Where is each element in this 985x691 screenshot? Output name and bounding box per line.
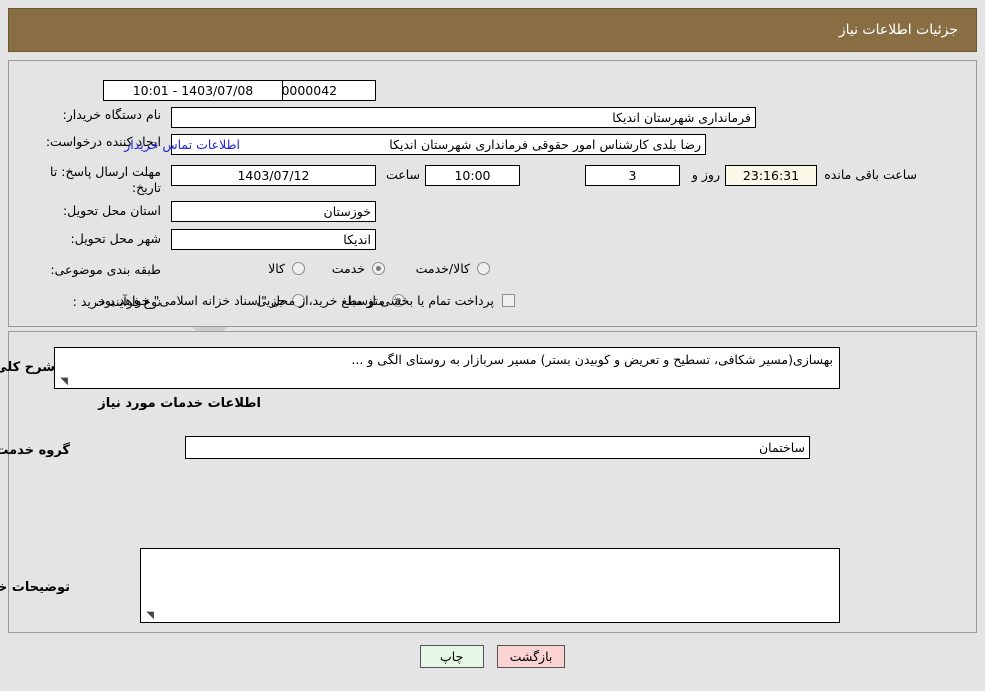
category-radio-khedmat[interactable]: خدمت	[332, 261, 385, 276]
services-section-heading: اطلاعات خدمات مورد نیاز	[98, 396, 261, 411]
resize-grip-icon[interactable]: ◥	[58, 377, 68, 387]
radio-kala-khedmat-icon[interactable]	[477, 262, 490, 275]
category-radio-kala[interactable]: کالا	[268, 261, 305, 276]
announce-date-field[interactable]: 1403/07/08 - 10:01	[103, 80, 283, 101]
category-option-kala-label: کالا	[268, 261, 285, 276]
service-group-label: گروه خدمت:	[0, 443, 70, 458]
deadline-date-field[interactable]: 1403/07/12	[171, 165, 376, 186]
radio-kala-icon[interactable]	[292, 262, 305, 275]
page-title-text: جزئیات اطلاعات نیاز	[838, 22, 958, 38]
city-label: شهر محل تحویل:	[70, 231, 161, 246]
remaining-days-label: روز و	[691, 167, 720, 182]
resize-grip-icon-notes[interactable]: ◥	[144, 611, 154, 621]
radio-khedmat-icon[interactable]	[372, 262, 385, 275]
buyer-notes-label: توضیحات خریدار:	[0, 580, 70, 595]
category-label: طبقه بندی موضوعی:	[50, 262, 161, 277]
province-label: استان محل تحویل:	[62, 203, 161, 218]
footer-button-bar: بازگشت چاپ	[0, 645, 985, 668]
city-field[interactable]: اندیکا	[171, 229, 376, 250]
province-field[interactable]: خوزستان	[171, 201, 376, 222]
page-title: جزئیات اطلاعات نیاز	[8, 8, 977, 52]
category-option-khedmat-label: خدمت	[331, 261, 365, 276]
category-label-wrap: طبقه بندی موضوعی:	[50, 262, 161, 277]
summary-textarea[interactable]: بهسازی(مسیر شکافی، تسطیح و تعریض و کوبید…	[54, 347, 840, 389]
page-root: AnaTender.net hatTender جزئیات اطلاعات ن…	[0, 0, 985, 691]
buyer-org-field[interactable]: فرمانداری شهرستان اندیکا	[171, 107, 756, 128]
remaining-time-field: 23:16:31	[725, 165, 817, 186]
treasury-checkbox-row[interactable]: پرداخت تمام یا بخشی از مبلغ خرید،از محل …	[95, 293, 515, 308]
deadline-time-field[interactable]: 10:00	[425, 165, 520, 186]
buyer-org-label-wrap: نام دستگاه خریدار:	[63, 107, 161, 122]
category-option-kala-khedmat-label: کالا/خدمت	[415, 261, 470, 276]
print-button[interactable]: چاپ	[419, 645, 484, 668]
city-label-wrap: شهر محل تحویل:	[71, 231, 161, 246]
summary-text: بهسازی(مسیر شکافی، تسطیح و تعریض و کوبید…	[351, 352, 833, 367]
treasury-checkbox-icon[interactable]	[502, 294, 515, 307]
summary-label: شرح کلی نیاز:	[0, 360, 55, 375]
category-radio-kala-khedmat[interactable]: کالا/خدمت	[416, 261, 490, 276]
treasury-checkbox-label: پرداخت تمام یا بخشی از مبلغ خرید،از محل …	[95, 293, 494, 308]
deadline-label-wrap: مهلت ارسال پاسخ: تا تاریخ:	[21, 163, 161, 195]
province-label-wrap: استان محل تحویل:	[63, 203, 161, 218]
remaining-days-field[interactable]: 3	[585, 165, 680, 186]
creator-field[interactable]: رضا بلدی کارشناس امور حقوقی فرمانداری شه…	[171, 134, 706, 155]
deadline-hour-label: ساعت	[385, 167, 420, 182]
back-button[interactable]: بازگشت	[496, 645, 566, 668]
deadline-label: مهلت ارسال پاسخ: تا تاریخ:	[50, 164, 161, 195]
buyer-contact-link[interactable]: اطلاعات تماس خریدار	[124, 137, 240, 152]
buyer-org-label: نام دستگاه خریدار:	[62, 107, 161, 122]
service-group-field[interactable]: ساختمان	[185, 436, 810, 459]
buyer-notes-textarea[interactable]: ◥	[140, 548, 840, 623]
remaining-hours-label: ساعت باقی مانده	[824, 167, 917, 182]
